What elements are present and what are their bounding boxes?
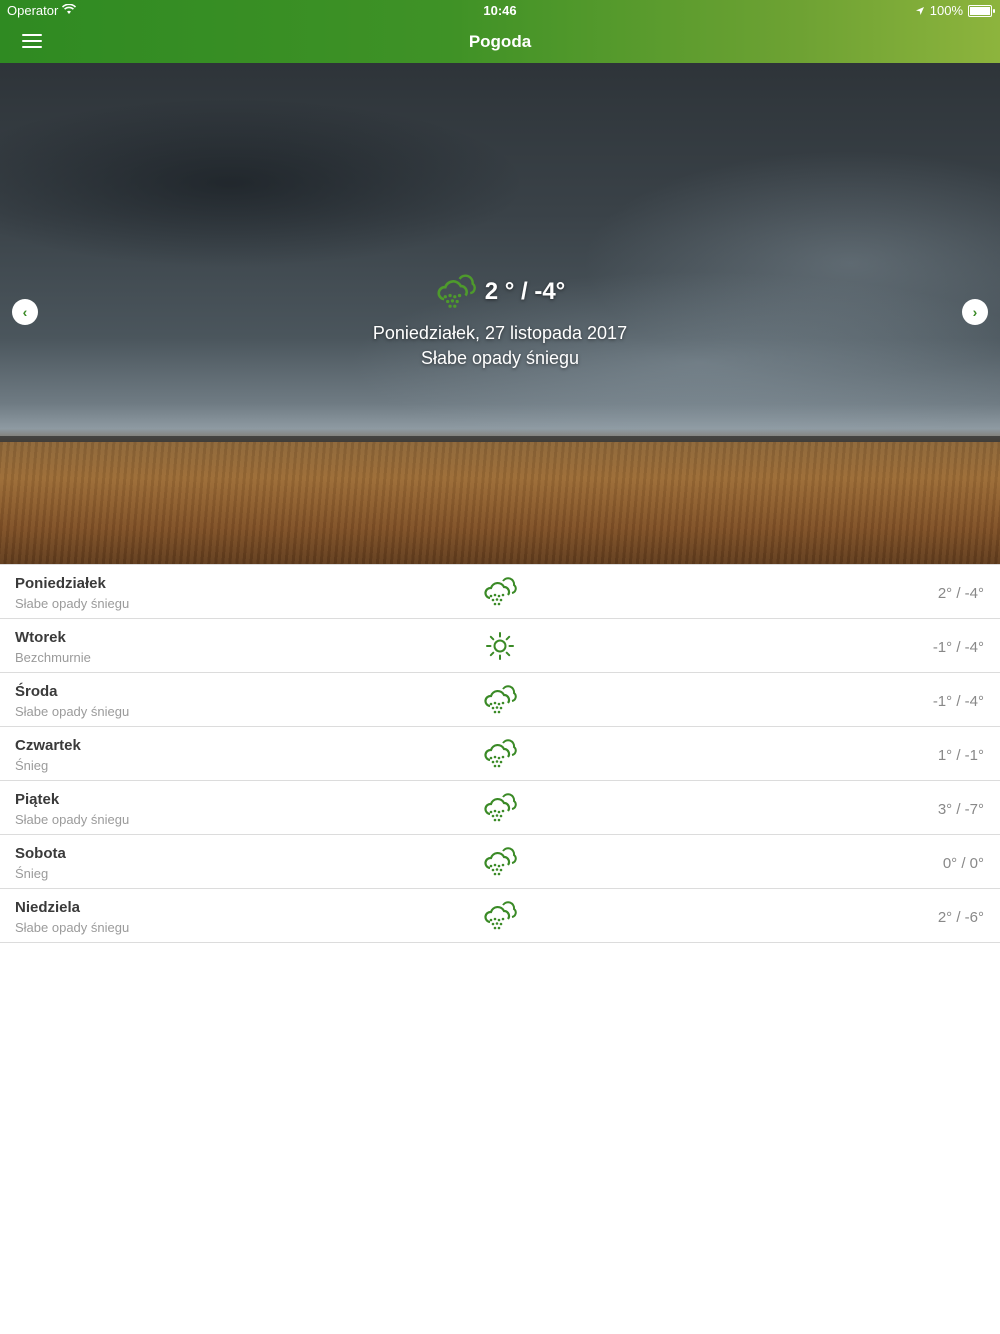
forecast-description: Słabe opady śniegu	[15, 920, 130, 935]
forecast-row[interactable]: Wtorek Bezchmurnie -1° / -4°	[0, 619, 1000, 673]
chevron-left-icon: ‹	[22, 304, 28, 320]
forecast-description: Słabe opady śniegu	[15, 812, 130, 827]
forecast-temperature: -1° / -4°	[932, 693, 984, 710]
forecast-temperature: 1° / -1°	[937, 747, 984, 764]
snow-cloud-icon	[484, 577, 517, 606]
forecast-icon-wrap	[483, 792, 517, 824]
forecast-row[interactable]: Środa Słabe opady śniegu -1° / -4°	[0, 673, 1000, 727]
forecast-row[interactable]: Piątek Słabe opady śniegu 3° / -7°	[0, 781, 1000, 835]
hero-temperature: 2 ° / -4°	[484, 278, 566, 305]
snow-cloud-icon	[484, 739, 517, 768]
location-arrow-icon	[915, 6, 924, 15]
forecast-description: Bezchmurnie	[15, 650, 91, 665]
hero-weather-panel: 2 ° / -4° Poniedziałek, 27 listopada 201…	[0, 63, 1000, 564]
forecast-description: Słabe opady śniegu	[15, 596, 130, 611]
forecast-day: Piątek	[15, 791, 60, 808]
forecast-temperature: 3° / -7°	[937, 801, 984, 818]
battery-percent: 100%	[929, 3, 963, 18]
hero-date: Poniedziałek, 27 listopada 2017	[372, 323, 628, 343]
sun-icon	[486, 632, 514, 660]
next-day-button[interactable]: ›	[962, 299, 988, 325]
forecast-icon-wrap	[483, 846, 517, 878]
forecast-icon-wrap	[483, 630, 517, 662]
battery-icon	[968, 4, 995, 17]
forecast-icon-wrap	[483, 900, 517, 932]
forecast-temperature: 2° / -4°	[937, 585, 984, 602]
chevron-right-icon: ›	[972, 304, 978, 320]
forecast-day: Wtorek	[15, 629, 66, 646]
forecast-row[interactable]: Poniedziałek Słabe opady śniegu 2° / -4°	[0, 564, 1000, 619]
forecast-row[interactable]: Sobota Śnieg 0° / 0°	[0, 835, 1000, 889]
forecast-description: Śnieg	[15, 866, 49, 881]
forecast-day: Poniedziałek	[15, 575, 106, 592]
snow-cloud-icon	[484, 793, 517, 822]
snow-cloud-icon	[484, 847, 517, 876]
forecast-temperature: 2° / -6°	[937, 909, 984, 926]
forecast-temperature: 0° / 0°	[942, 855, 984, 872]
forecast-description: Śnieg	[15, 758, 49, 773]
forecast-day: Niedziela	[15, 899, 81, 916]
forecast-icon-wrap	[483, 738, 517, 770]
forecast-day: Sobota	[15, 845, 66, 862]
forecast-description: Słabe opady śniegu	[15, 704, 130, 719]
forecast-day: Czwartek	[15, 737, 81, 754]
forecast-icon-wrap	[483, 576, 517, 608]
status-time: 10:46	[483, 3, 517, 18]
top-bar: Operator 10:46 100% Pogoda	[0, 0, 1000, 63]
snow-cloud-icon	[437, 274, 476, 308]
hero-summary: 2 ° / -4° Poniedziałek, 27 listopada 201…	[0, 273, 1000, 369]
status-bar: Operator 10:46 100%	[0, 0, 1000, 20]
field-background	[0, 442, 1000, 564]
forecast-row[interactable]: Niedziela Słabe opady śniegu 2° / -6°	[0, 889, 1000, 943]
page-title: Pogoda	[468, 32, 532, 51]
previous-day-button[interactable]: ‹	[12, 299, 38, 325]
status-right: 100%	[915, 3, 995, 18]
navigation-bar: Pogoda	[0, 22, 1000, 62]
forecast-day: Środa	[15, 683, 58, 700]
snow-cloud-icon	[484, 901, 517, 930]
forecast-temperature: -1° / -4°	[932, 639, 984, 656]
snow-cloud-icon	[484, 685, 517, 714]
forecast-icon-wrap	[483, 684, 517, 716]
forecast-list: Poniedziałek Słabe opady śniegu 2° / -4° Wt…	[0, 564, 1000, 943]
hero-description: Słabe opady śniegu	[420, 348, 580, 368]
forecast-row[interactable]: Czwartek Śnieg 1° / -1°	[0, 727, 1000, 781]
